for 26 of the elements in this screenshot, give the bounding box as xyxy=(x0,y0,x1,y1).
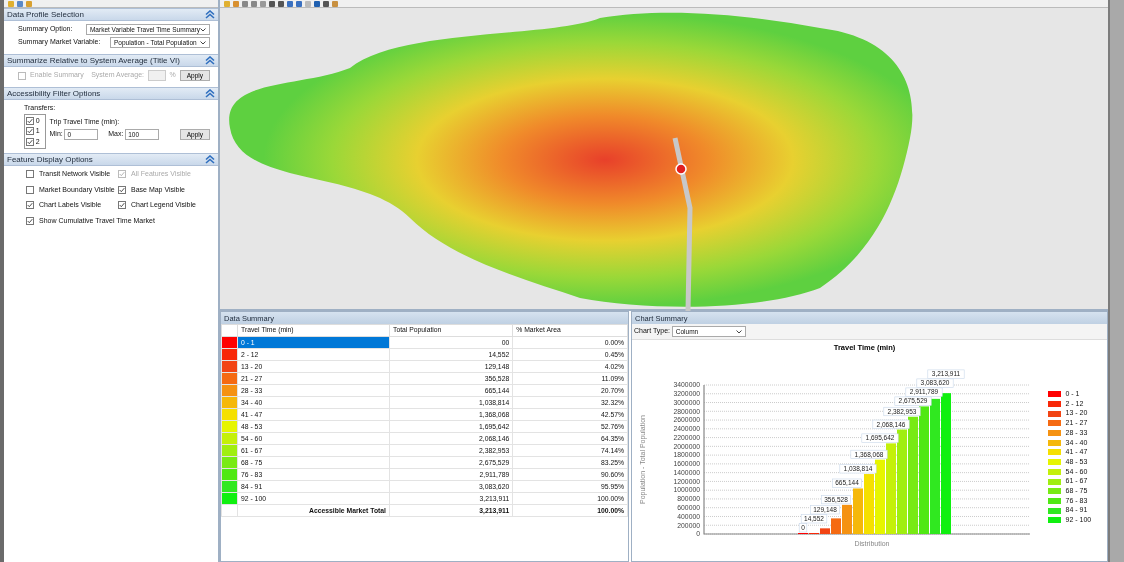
input-field[interactable] xyxy=(148,70,166,81)
section-header[interactable]: Summarize Relative to System Average (Title VI) xyxy=(4,54,218,67)
section-title: Data Profile Selection xyxy=(7,8,84,21)
section-header[interactable]: Feature Display Options xyxy=(4,153,218,166)
checkbox[interactable] xyxy=(26,116,34,125)
collapse-icon[interactable] xyxy=(205,89,215,98)
caret-icon xyxy=(200,40,206,45)
checkbox[interactable] xyxy=(26,127,34,136)
collapse-icon[interactable] xyxy=(205,56,215,65)
section-title: Summarize Relative to System Average (Title VI) xyxy=(7,54,180,67)
collapse-icon[interactable] xyxy=(205,155,215,164)
checkbox[interactable] xyxy=(118,185,126,194)
caret-icon xyxy=(200,27,206,32)
checkbox[interactable] xyxy=(26,185,34,194)
collapse-icon[interactable] xyxy=(205,10,215,19)
bar xyxy=(864,474,874,534)
checkbox[interactable] xyxy=(26,170,34,179)
section-title: Accessibility Filter Options xyxy=(7,87,101,100)
section-title: Feature Display Options xyxy=(7,153,93,166)
checkbox[interactable] xyxy=(118,201,126,210)
checkbox[interactable] xyxy=(26,201,34,210)
checkbox[interactable] xyxy=(26,137,34,146)
section-header[interactable]: Accessibility Filter Options xyxy=(4,87,218,100)
checkbox[interactable] xyxy=(26,216,34,225)
caret-icon xyxy=(735,329,742,334)
section-header[interactable]: Data Profile Selection xyxy=(4,8,218,21)
